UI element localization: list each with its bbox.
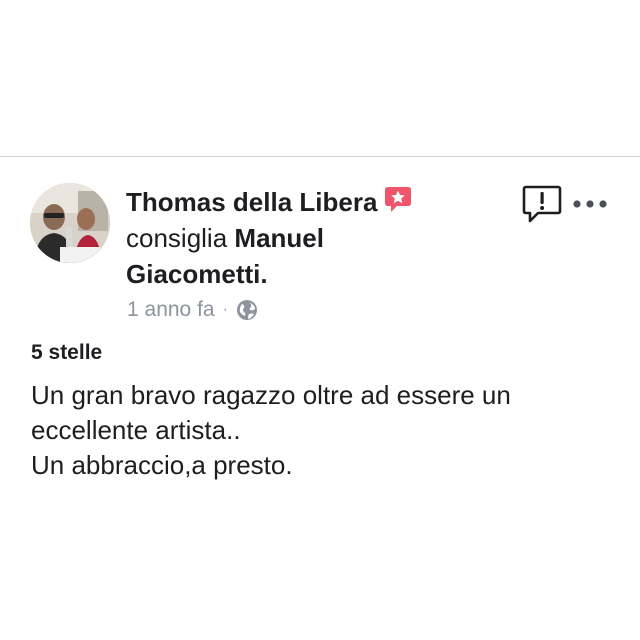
review-line: Un abbraccio,a presto. xyxy=(31,450,293,480)
recommendation-star-icon xyxy=(385,187,412,212)
avatar[interactable] xyxy=(30,183,110,263)
top-divider xyxy=(0,156,640,157)
post-header: Thomas della Libera consiglia Manuel Gia… xyxy=(126,184,466,292)
review-line: Un gran bravo ragazzo oltre ad essere un xyxy=(31,380,511,410)
action-text: consiglia xyxy=(126,223,228,253)
report-speech-bubble-icon[interactable] xyxy=(522,184,562,224)
review-text: Un gran bravo ragazzo oltre ad essere un… xyxy=(31,378,611,483)
more-dots-icon[interactable] xyxy=(572,194,608,214)
author-name[interactable]: Thomas della Libera xyxy=(126,187,377,217)
meta-separator: · xyxy=(222,301,228,318)
post-meta: 1 anno fa · xyxy=(127,298,258,322)
globe-icon[interactable] xyxy=(236,299,258,321)
review-line: eccellente artista.. xyxy=(31,415,241,445)
avatar-photo xyxy=(30,183,110,263)
post-time[interactable]: 1 anno fa xyxy=(127,298,215,322)
rating-label: 5 stelle xyxy=(31,341,103,364)
